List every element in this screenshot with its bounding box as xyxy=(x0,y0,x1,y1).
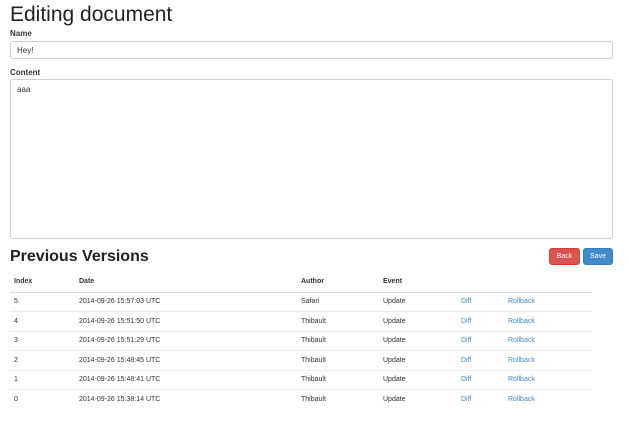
cell-rollback: Rollback xyxy=(504,350,592,370)
cell-event: Update xyxy=(379,311,457,331)
cell-diff: Diff xyxy=(457,311,504,331)
column-header-date: Date xyxy=(75,272,297,293)
content-textarea[interactable]: aaa xyxy=(10,79,613,239)
cell-index: 5 xyxy=(14,298,18,306)
table-row: 3 2014-09-26 15:51:29 UTC Thibault Updat… xyxy=(10,330,592,351)
cell-index: 3 xyxy=(10,330,75,351)
cell-date: 2014-09-26 15:48:41 UTC xyxy=(75,369,297,390)
cell-date: 2014-09-26 15:48:45 UTC xyxy=(75,350,297,370)
versions-table-body: 5 2014-09-26 15:57:03 UTC Safari Update … xyxy=(10,292,592,409)
cell-author: Thibault xyxy=(297,311,379,331)
name-label: Name xyxy=(10,29,32,38)
cell-index: 4 xyxy=(10,311,75,331)
cell-diff: Diff xyxy=(457,369,504,390)
rollback-link[interactable]: Rollback xyxy=(508,337,535,344)
cell-date: 2014-09-26 15:57:03 UTC xyxy=(79,298,161,306)
rollback-link[interactable]: Rollback xyxy=(508,298,535,305)
column-header-author: Author xyxy=(297,272,379,293)
table-row: 4 2014-09-26 15:51:50 UTC Thibault Updat… xyxy=(10,311,592,331)
cell-author: Thibault xyxy=(297,330,379,351)
diff-link[interactable]: Diff xyxy=(461,318,471,325)
page-title: Editing document xyxy=(10,3,173,26)
cell-index: 1 xyxy=(10,369,75,390)
table-row: 5 2014-09-26 15:57:03 UTC Safari Update … xyxy=(10,292,592,312)
page: Editing document Name Content aaa Previo… xyxy=(0,0,628,426)
cell-event: Update xyxy=(379,330,457,351)
cell-author: Thibault xyxy=(297,389,379,409)
cell-rollback: Rollback xyxy=(504,369,592,390)
name-field[interactable] xyxy=(10,41,613,59)
cell-index: 0 xyxy=(10,389,75,409)
cell-event: Update xyxy=(383,298,406,306)
diff-link[interactable]: Diff xyxy=(461,357,471,364)
cell-event: Update xyxy=(379,369,457,390)
table-header-row: Index Date Author Event xyxy=(10,272,592,293)
cell-diff: Diff xyxy=(457,292,504,312)
cell-date: 2014-09-26 15:51:50 UTC xyxy=(75,311,297,331)
cell-diff: Diff xyxy=(457,330,504,351)
rollback-link[interactable]: Rollback xyxy=(508,396,535,403)
cell-diff: Diff xyxy=(457,350,504,370)
cell-rollback: Rollback xyxy=(504,292,592,312)
diff-link[interactable]: Diff xyxy=(461,396,471,403)
column-header-diff xyxy=(457,272,504,293)
versions-table: Index Date Author Event 5 2014-09-26 15:… xyxy=(10,272,592,409)
table-row: 2 2014-09-26 15:48:45 UTC Thibault Updat… xyxy=(10,350,592,370)
cell-rollback: Rollback xyxy=(504,330,592,351)
save-button[interactable]: Save xyxy=(583,248,613,265)
column-header-index: Index xyxy=(10,272,75,293)
cell-event: Update xyxy=(379,350,457,370)
cell-date: 2014-09-26 15:38:14 UTC xyxy=(75,389,297,409)
cell-event: Update xyxy=(379,389,457,409)
back-button[interactable]: Back xyxy=(549,248,580,265)
rollback-link[interactable]: Rollback xyxy=(508,318,535,325)
cell-author: Safari xyxy=(301,298,320,306)
column-header-rollback xyxy=(504,272,592,293)
cell-author: Thibault xyxy=(297,350,379,370)
diff-link[interactable]: Diff xyxy=(461,298,471,305)
cell-author: Thibault xyxy=(297,369,379,390)
cell-index: 2 xyxy=(10,350,75,370)
content-label: Content xyxy=(10,68,41,77)
diff-link[interactable]: Diff xyxy=(461,376,471,383)
previous-versions-heading: Previous Versions xyxy=(10,248,149,265)
cell-rollback: Rollback xyxy=(504,389,592,409)
table-row: 1 2014-09-26 15:48:41 UTC Thibault Updat… xyxy=(10,369,592,390)
column-header-event: Event xyxy=(379,272,457,293)
cell-rollback: Rollback xyxy=(504,311,592,331)
cell-diff: Diff xyxy=(457,389,504,409)
cell-date: 2014-09-26 15:51:29 UTC xyxy=(75,330,297,351)
table-row: 0 2014-09-26 15:38:14 UTC Thibault Updat… xyxy=(10,389,592,409)
rollback-link[interactable]: Rollback xyxy=(508,357,535,364)
rollback-link[interactable]: Rollback xyxy=(508,376,535,383)
diff-link[interactable]: Diff xyxy=(461,337,471,344)
